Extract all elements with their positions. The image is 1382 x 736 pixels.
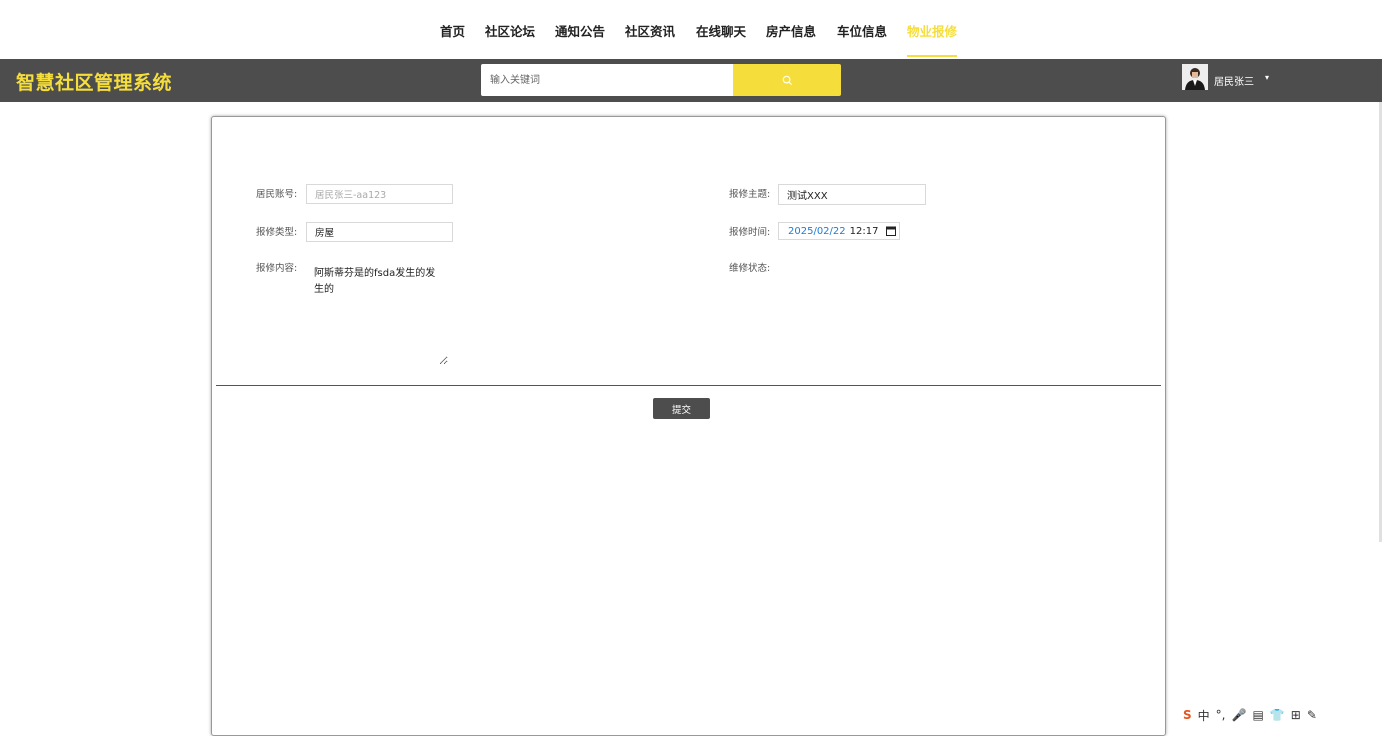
type-label: 报修类型: <box>256 227 298 238</box>
nav-item-news[interactable]: 社区资讯 <box>625 21 675 40</box>
search-button[interactable] <box>733 64 841 96</box>
nav-item-chat[interactable]: 在线聊天 <box>696 21 746 40</box>
subject-field[interactable] <box>778 184 926 205</box>
ime-punctuation-icon[interactable]: °, <box>1216 708 1226 722</box>
site-logo[interactable]: 智慧社区管理系统 <box>16 68 172 95</box>
ime-logo-icon[interactable]: S <box>1183 708 1192 722</box>
time-label: 报修时间: <box>729 227 771 238</box>
nav-item-parking[interactable]: 车位信息 <box>837 21 887 40</box>
ime-toolbar: S 中 °, 🎤 ▤ 👕 ⊞ ✎ <box>1177 706 1382 724</box>
datetime-time: 12:17 <box>849 225 879 237</box>
chevron-down-icon[interactable]: ▾ <box>1265 73 1269 82</box>
ime-voice-icon[interactable]: 🎤 <box>1232 708 1247 722</box>
header-bar: 智慧社区管理系统 居民张三 ▾ <box>0 59 1382 102</box>
user-avatar-icon <box>1182 64 1208 90</box>
account-field[interactable] <box>306 184 453 204</box>
datetime-field[interactable]: 2025/02/22 12:17 <box>778 222 900 240</box>
content-textarea[interactable]: 阿斯蒂芬是的fsda发生的发生的 <box>306 260 448 365</box>
nav-item-house[interactable]: 房产信息 <box>766 21 816 40</box>
status-label: 维修状态: <box>729 263 771 274</box>
user-name[interactable]: 居民张三 <box>1214 73 1254 88</box>
ime-language-toggle[interactable]: 中 <box>1198 707 1210 724</box>
nav-item-forum[interactable]: 社区论坛 <box>485 21 535 40</box>
type-field[interactable] <box>306 222 453 242</box>
calendar-icon[interactable] <box>886 224 897 238</box>
ime-keyboard-icon[interactable]: ▤ <box>1252 708 1263 722</box>
content-label: 报修内容: <box>256 263 298 274</box>
search-icon <box>782 75 792 85</box>
nav-item-repair[interactable]: 物业报修 <box>907 21 957 40</box>
repair-form-card: 居民账号: 报修主题: 报修类型: 报修时间: 2025/02/22 12:17… <box>211 116 1166 736</box>
nav-item-home[interactable]: 首页 <box>440 21 465 40</box>
active-nav-underline <box>907 55 957 57</box>
datetime-date: 2025/02/22 <box>788 225 846 237</box>
nav-item-notice[interactable]: 通知公告 <box>555 21 605 40</box>
ime-edit-icon[interactable]: ✎ <box>1307 708 1317 722</box>
subject-label: 报修主题: <box>729 189 771 200</box>
avatar[interactable] <box>1182 64 1208 90</box>
search-input[interactable] <box>481 64 733 96</box>
top-navigation: 首页 社区论坛 通知公告 社区资讯 在线聊天 房产信息 车位信息 物业报修 <box>0 0 1382 59</box>
ime-skin-icon[interactable]: 👕 <box>1270 708 1285 722</box>
ime-grid-icon[interactable]: ⊞ <box>1291 708 1301 722</box>
submit-button[interactable]: 提交 <box>653 398 710 419</box>
account-label: 居民账号: <box>256 189 298 200</box>
form-divider <box>216 385 1161 386</box>
